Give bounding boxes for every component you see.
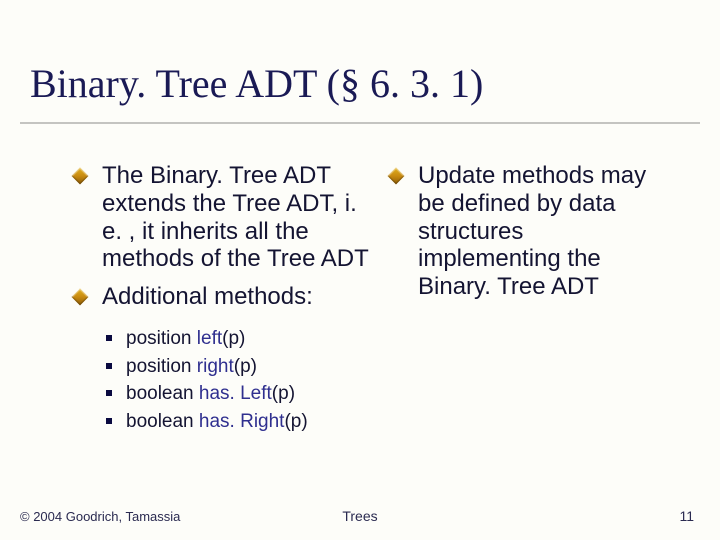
method-name: right — [197, 356, 234, 377]
method-arg: (p) — [222, 328, 245, 349]
slide: Binary. Tree ADT (§ 6. 3. 1) The Binary.… — [0, 0, 720, 540]
content-columns: The Binary. Tree ADT extends the Tree AD… — [74, 162, 690, 435]
footer-topic: Trees — [0, 508, 720, 524]
slide-title: Binary. Tree ADT (§ 6. 3. 1) — [30, 60, 483, 107]
diamond-icon — [388, 168, 405, 185]
bullet-text: The Binary. Tree ADT extends the Tree AD… — [102, 162, 369, 272]
method-item: boolean has. Right(p) — [106, 408, 376, 436]
method-item: position left(p) — [106, 325, 376, 353]
square-icon — [106, 363, 112, 369]
square-icon — [106, 335, 112, 341]
method-return: boolean — [126, 411, 199, 432]
method-return: position — [126, 328, 197, 349]
method-name: has. Right — [199, 411, 285, 432]
method-name: has. Left — [199, 383, 272, 404]
square-icon — [106, 418, 112, 424]
method-item: boolean has. Left(p) — [106, 380, 376, 408]
bullet-additional: Additional methods: — [74, 283, 376, 311]
method-arg: (p) — [284, 411, 307, 432]
left-column: The Binary. Tree ADT extends the Tree AD… — [74, 162, 376, 435]
method-name: left — [197, 328, 222, 349]
footer-page-number: 11 — [679, 508, 694, 524]
diamond-icon — [72, 289, 89, 306]
bullet-text: Update methods may be defined by data st… — [418, 162, 646, 300]
title-underline — [20, 122, 700, 124]
square-icon — [106, 390, 112, 396]
method-return: position — [126, 356, 197, 377]
method-list: position left(p) position right(p) boole… — [106, 325, 376, 435]
method-arg: (p) — [272, 383, 295, 404]
bullet-update: Update methods may be defined by data st… — [390, 162, 670, 301]
method-item: position right(p) — [106, 353, 376, 381]
bullet-extends: The Binary. Tree ADT extends the Tree AD… — [74, 162, 376, 273]
method-return: boolean — [126, 383, 199, 404]
method-arg: (p) — [234, 356, 257, 377]
right-column: Update methods may be defined by data st… — [390, 162, 670, 435]
bullet-text: Additional methods: — [102, 283, 313, 310]
diamond-icon — [72, 168, 89, 185]
